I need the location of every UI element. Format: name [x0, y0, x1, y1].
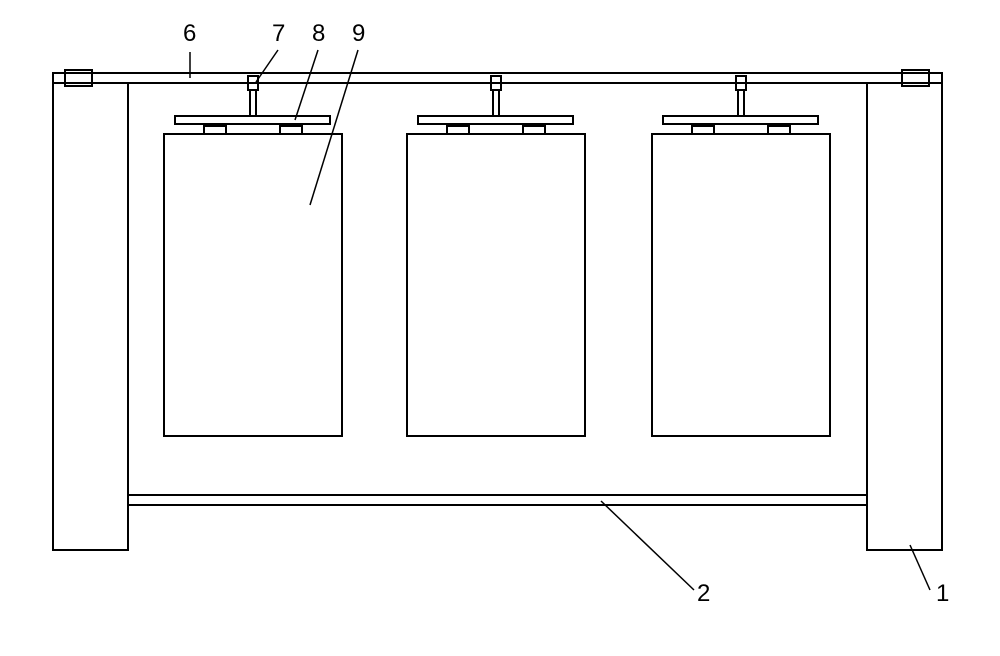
hanger-assembly-1 — [164, 76, 342, 436]
leader-2 — [601, 501, 694, 590]
leader-1 — [910, 545, 930, 590]
top-rail — [53, 73, 942, 83]
left-column — [53, 83, 128, 550]
label-1: 1 — [936, 580, 949, 608]
right-column — [867, 83, 942, 550]
lower-bar — [128, 495, 867, 505]
technical-diagram — [0, 0, 1000, 656]
label-7: 7 — [272, 20, 285, 48]
label-8: 8 — [312, 20, 325, 48]
panel-2 — [407, 134, 585, 436]
label-9: 9 — [352, 20, 365, 48]
panel-1 — [164, 134, 342, 436]
leader-7 — [256, 50, 278, 82]
hanger-assembly-3 — [652, 76, 830, 436]
label-6: 6 — [183, 20, 196, 48]
label-2: 2 — [697, 580, 710, 608]
panel-3 — [652, 134, 830, 436]
leader-8 — [295, 50, 318, 120]
hanger-assembly-2 — [407, 76, 585, 436]
